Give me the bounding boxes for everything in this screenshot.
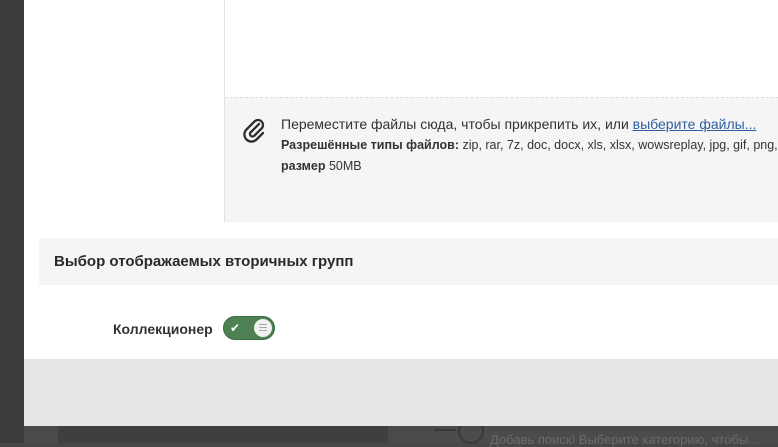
attachment-dropzone[interactable]: Переместите файлы сюда, чтобы прикрепить… xyxy=(225,97,778,222)
group-label-collector: Коллекционер xyxy=(113,321,213,337)
allowed-types-value: zip, rar, 7z, doc, docx, xls, xlsx, wows… xyxy=(459,138,778,152)
check-icon: ✔ xyxy=(230,321,241,335)
collector-toggle[interactable]: ✔ xyxy=(223,316,275,340)
section-title: Выбор отображаемых вторичных групп xyxy=(54,253,354,270)
toggle-knob[interactable] xyxy=(254,319,272,337)
paperclip-icon xyxy=(243,118,265,143)
dropzone-instructions: Переместите файлы сюда, чтобы прикрепить… xyxy=(281,116,756,132)
allowed-file-types: Разрешённые типы файлов: zip, rar, 7z, d… xyxy=(281,138,778,152)
grip-icon xyxy=(259,324,267,332)
dropzone-text: Переместите файлы сюда, чтобы прикрепить… xyxy=(281,116,633,132)
backdrop-left-strip xyxy=(0,0,24,443)
size-label: размер xyxy=(281,159,326,173)
size-value: 50MB xyxy=(325,159,362,173)
backdrop-text: Добавь поиск! Выберите категорию, чтобы.… xyxy=(490,432,760,447)
modal-footer xyxy=(24,359,778,426)
message-editor[interactable]: Переместите файлы сюда, чтобы прикрепить… xyxy=(224,0,778,222)
allowed-types-label: Разрешённые типы файлов: xyxy=(281,138,459,152)
backdrop-line xyxy=(434,429,456,431)
backdrop-panel xyxy=(58,424,388,443)
select-files-link[interactable]: выберите файлы... xyxy=(633,116,757,132)
secondary-groups-header: Выбор отображаемых вторичных групп xyxy=(39,238,778,285)
max-file-size: размер 50MB xyxy=(281,159,362,173)
modal-dialog: Переместите файлы сюда, чтобы прикрепить… xyxy=(24,0,778,426)
